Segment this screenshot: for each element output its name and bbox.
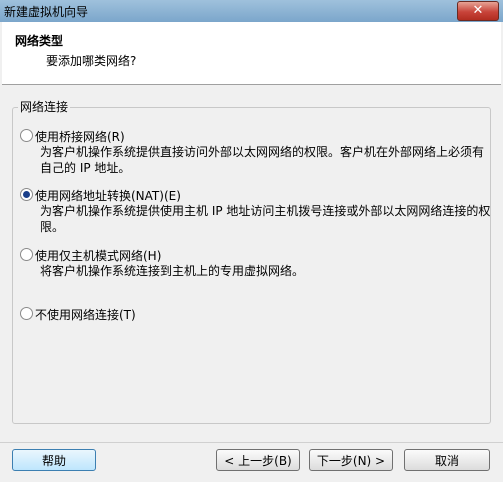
- footer-divider: [0, 442, 503, 443]
- option-nat-desc: 为客户机操作系统提供使用主机 IP 地址访问主机拨号连接或外部以太网网络连接的权…: [40, 204, 491, 234]
- title-bar[interactable]: 新建虚拟机向导 ✕: [0, 0, 503, 22]
- page-title: 网络类型: [15, 34, 64, 48]
- option-nat-label[interactable]: 使用网络地址转换(NAT)(E): [35, 187, 181, 204]
- group-legend: 网络连接: [18, 98, 71, 115]
- back-button[interactable]: < 上一步(B): [216, 449, 300, 471]
- option-bridged-desc: 为客户机操作系统提供直接访问外部以太网网络的权限。客户机在外部网络上必须有自己的…: [40, 145, 485, 175]
- radio-bridged[interactable]: [20, 129, 33, 142]
- page-subtitle: 要添加哪类网络?: [46, 54, 137, 68]
- window-title: 新建虚拟机向导: [4, 5, 89, 19]
- option-no-network-label[interactable]: 不使用网络连接(T): [35, 306, 136, 323]
- close-button[interactable]: ✕: [457, 1, 499, 21]
- option-bridged-label[interactable]: 使用桥接网络(R): [35, 128, 125, 145]
- radio-nat[interactable]: [20, 188, 33, 201]
- cancel-button[interactable]: 取消: [404, 449, 490, 471]
- option-host-only-label[interactable]: 使用仅主机模式网络(H): [35, 247, 161, 264]
- radio-no-network[interactable]: [20, 307, 33, 320]
- next-button[interactable]: 下一步(N) >: [309, 449, 393, 471]
- radio-host-only[interactable]: [20, 248, 33, 261]
- new-vm-wizard-window: 新建虚拟机向导 ✕ 网络类型 要添加哪类网络? 网络连接 使用桥接网络(R) 为…: [0, 0, 503, 482]
- wizard-header: 网络类型 要添加哪类网络?: [2, 22, 501, 85]
- help-button[interactable]: 帮助: [12, 449, 96, 471]
- option-host-only-desc: 将客户机操作系统连接到主机上的专用虚拟网络。: [40, 264, 305, 278]
